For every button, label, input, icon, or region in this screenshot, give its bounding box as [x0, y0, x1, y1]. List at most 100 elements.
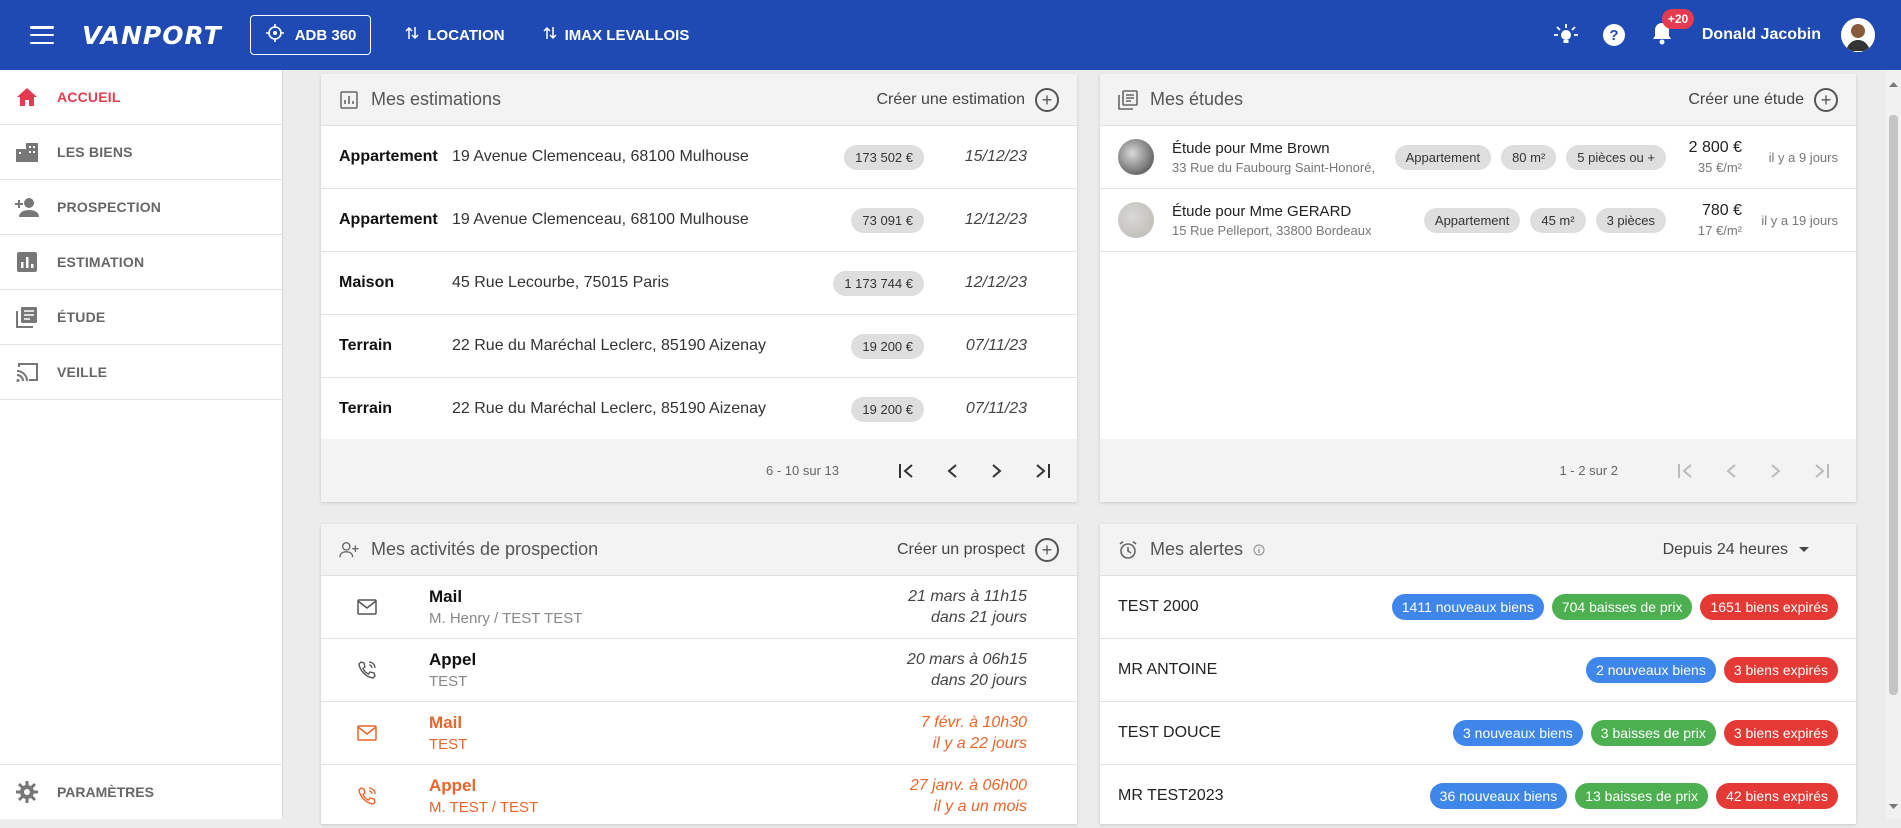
- table-row[interactable]: TEST 2000 1411 nouveaux biens 704 baisses …: [1100, 576, 1856, 639]
- estimation-price-chip: 73 091 €: [851, 207, 924, 233]
- list-item[interactable]: Mail M. Henry / TEST TEST 21 mars à 11h15 d…: [321, 576, 1077, 639]
- create-estimation-label: Créer une estimation: [876, 90, 1025, 108]
- info-icon[interactable]: [1253, 544, 1265, 556]
- status-badge[interactable]: 3 nouveaux biens: [1453, 720, 1583, 746]
- pagination-range: 6 - 10 sur 13: [766, 463, 839, 478]
- nav-imax-levallois[interactable]: IMAX LEVALLOIS: [543, 25, 690, 45]
- last-page-icon[interactable]: [1804, 454, 1838, 488]
- person-add-icon: [14, 194, 40, 220]
- estimations-card: Mes estimations Créer une estimation + A…: [321, 74, 1077, 502]
- prev-page-icon[interactable]: [935, 454, 969, 488]
- etude-chips: Appartement 80 m² 5 pièces ou +: [1394, 144, 1666, 170]
- list-item[interactable]: Appel TEST 20 mars à 06h15 dans 20 jours: [321, 639, 1077, 702]
- create-prospect-button[interactable]: Créer un prospect +: [897, 537, 1059, 562]
- estimations-header: Mes estimations Créer une estimation +: [321, 74, 1077, 126]
- activity-text: Mail M. Henry / TEST TEST: [429, 587, 908, 627]
- table-row[interactable]: Appartement 19 Avenue Clemenceau, 68100 M…: [321, 189, 1077, 252]
- estimations-pagination: 6 - 10 sur 13: [321, 439, 1077, 502]
- table-row[interactable]: Appartement 19 Avenue Clemenceau, 68100 M…: [321, 126, 1077, 189]
- svg-text:?: ?: [1609, 27, 1618, 44]
- etude-price-per-m2: 35 €/m²: [1697, 160, 1742, 175]
- etude-price: 780 € 17 €/m²: [1680, 202, 1742, 238]
- status-badge[interactable]: 704 baisses de prix: [1551, 594, 1693, 620]
- scroll-thumb[interactable]: [1889, 115, 1898, 695]
- status-badge[interactable]: 36 nouveaux biens: [1429, 783, 1568, 809]
- prev-page-icon[interactable]: [1714, 454, 1748, 488]
- status-badge[interactable]: 2 nouveaux biens: [1586, 657, 1716, 683]
- app-logo[interactable]: VANPORT: [82, 21, 222, 50]
- scroll-up-icon[interactable]: [1889, 74, 1898, 92]
- first-page-icon[interactable]: [890, 454, 924, 488]
- alert-badges: 3 nouveaux biens 3 baisses de prix 3 biens…: [1453, 720, 1838, 746]
- notifications-button[interactable]: +20: [1648, 9, 1695, 49]
- status-badge[interactable]: 3 biens expirés: [1723, 720, 1838, 746]
- activity-type: Appel: [429, 776, 477, 795]
- etudes-title: Mes études: [1150, 89, 1244, 109]
- create-etude-label: Créer une étude: [1688, 90, 1804, 108]
- sidebar-item-prospection[interactable]: PROSPECTION: [0, 180, 282, 235]
- next-page-icon[interactable]: [980, 454, 1014, 488]
- scroll-down-icon[interactable]: [1889, 797, 1898, 815]
- table-row[interactable]: Terrain 22 Rue du Maréchal Leclerc, 85190…: [321, 378, 1077, 441]
- estimation-type: Appartement: [339, 148, 438, 165]
- estimation-address: 22 Rue du Maréchal Leclerc, 85190 Aizena…: [452, 337, 766, 354]
- table-row[interactable]: Étude pour Mme GERARD 15 Rue Pelleport, 3…: [1100, 189, 1856, 252]
- status-badge[interactable]: 3 biens expirés: [1723, 657, 1838, 683]
- sidebar-item-label: VEILLE: [57, 364, 108, 380]
- status-badge[interactable]: 13 baisses de prix: [1575, 783, 1709, 809]
- avatar[interactable]: [1841, 18, 1875, 52]
- sidebar: ACCUEIL LES BIENS PROSPECTION ESTIMATION…: [0, 70, 283, 819]
- table-row[interactable]: Terrain 22 Rue du Maréchal Leclerc, 85190…: [321, 315, 1077, 378]
- estimation-date: 12/12/23: [964, 274, 1027, 291]
- library-icon: [1118, 89, 1138, 110]
- sidebar-item-parametres[interactable]: PARAMÈTRES: [0, 764, 283, 819]
- phone-call-icon: [339, 660, 395, 680]
- activity-when: 20 mars à 06h15 dans 20 jours: [907, 651, 1027, 690]
- sidebar-item-label: PROSPECTION: [57, 199, 162, 215]
- alert-period-value: Depuis 24 heures: [1662, 540, 1788, 558]
- list-item[interactable]: Mail TEST 7 févr. à 10h30 il y a 22 jours: [321, 702, 1077, 765]
- activity-relative-time: il y a un mois: [933, 797, 1027, 815]
- etudes-pagination: 1 - 2 sur 2: [1100, 439, 1856, 502]
- sidebar-item-les-biens[interactable]: LES BIENS: [0, 125, 282, 180]
- first-page-icon[interactable]: [1669, 454, 1703, 488]
- adb-360-button[interactable]: ADB 360: [249, 15, 372, 55]
- nav-imax-label: IMAX LEVALLOIS: [564, 26, 690, 44]
- user-name[interactable]: Donald Jacobin: [1702, 26, 1821, 44]
- last-page-icon[interactable]: [1025, 454, 1059, 488]
- table-row[interactable]: MR ANTOINE 2 nouveaux biens 3 biens expiré…: [1100, 639, 1856, 702]
- table-row[interactable]: TEST DOUCE 3 nouveaux biens 3 baisses de p…: [1100, 702, 1856, 765]
- activity-type: Mail: [429, 713, 463, 732]
- etude-chip: Appartement: [1423, 207, 1521, 233]
- caret-down-icon: [1798, 541, 1810, 559]
- table-row[interactable]: Maison 45 Rue Lecourbe, 75015 Paris 1 173 …: [321, 252, 1077, 315]
- alert-name: TEST 2000: [1118, 598, 1199, 615]
- etudes-header: Mes études Créer une étude +: [1100, 74, 1856, 126]
- lightbulb-icon[interactable]: [1552, 21, 1580, 49]
- sidebar-item-veille[interactable]: VEILLE: [0, 345, 282, 400]
- sidebar-item-etude[interactable]: ÉTUDE: [0, 290, 282, 345]
- create-etude-button[interactable]: Créer une étude +: [1688, 87, 1838, 112]
- status-badge[interactable]: 1651 biens expirés: [1700, 594, 1838, 620]
- alert-period-dropdown[interactable]: Depuis 24 heures: [1663, 541, 1810, 559]
- person-add-icon: [339, 540, 359, 560]
- sidebar-item-estimation[interactable]: ESTIMATION: [0, 235, 282, 290]
- nav-location[interactable]: LOCATION: [405, 25, 505, 45]
- estimation-price-chip: 19 200 €: [851, 396, 924, 422]
- next-page-icon[interactable]: [1759, 454, 1793, 488]
- table-row[interactable]: Étude pour Mme Brown 33 Rue du Faubourg S…: [1100, 126, 1856, 189]
- menu-icon[interactable]: [30, 26, 54, 44]
- status-badge[interactable]: 42 biens expirés: [1716, 783, 1838, 809]
- sidebar-item-accueil[interactable]: ACCUEIL: [0, 70, 282, 125]
- etude-text: Étude pour Mme Brown 33 Rue du Faubourg S…: [1172, 140, 1385, 175]
- etude-chip: 80 m²: [1501, 144, 1557, 170]
- status-badge[interactable]: 1411 nouveaux biens: [1391, 594, 1544, 620]
- bar-chart-icon: [14, 249, 40, 275]
- sidebar-item-label: PARAMÈTRES: [57, 784, 154, 800]
- sidebar-item-label: ÉTUDE: [57, 309, 106, 325]
- cast-icon: [14, 359, 40, 385]
- status-badge[interactable]: 3 baisses de prix: [1590, 720, 1716, 746]
- help-icon[interactable]: ?: [1600, 21, 1628, 49]
- create-estimation-button[interactable]: Créer une estimation +: [876, 87, 1059, 112]
- page-scrollbar[interactable]: [1886, 70, 1901, 819]
